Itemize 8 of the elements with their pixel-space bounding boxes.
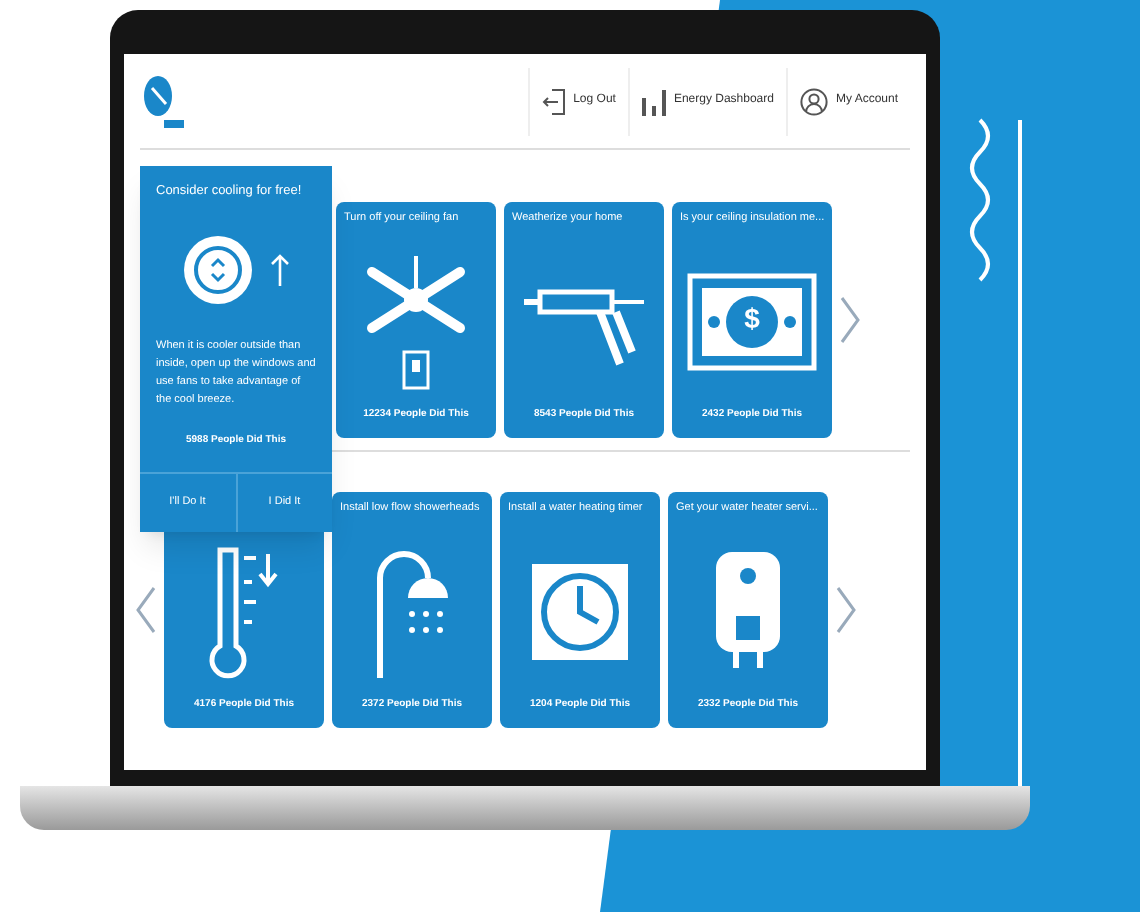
thermostat-icon bbox=[182, 233, 254, 306]
up-arrow-icon bbox=[270, 253, 290, 286]
rebate-money-icon: $ bbox=[686, 272, 818, 373]
logo-icon bbox=[140, 71, 184, 131]
logout-icon bbox=[541, 87, 566, 115]
bar-chart-icon bbox=[641, 87, 666, 115]
user-icon bbox=[799, 87, 828, 115]
timer-clock-icon bbox=[530, 562, 630, 663]
